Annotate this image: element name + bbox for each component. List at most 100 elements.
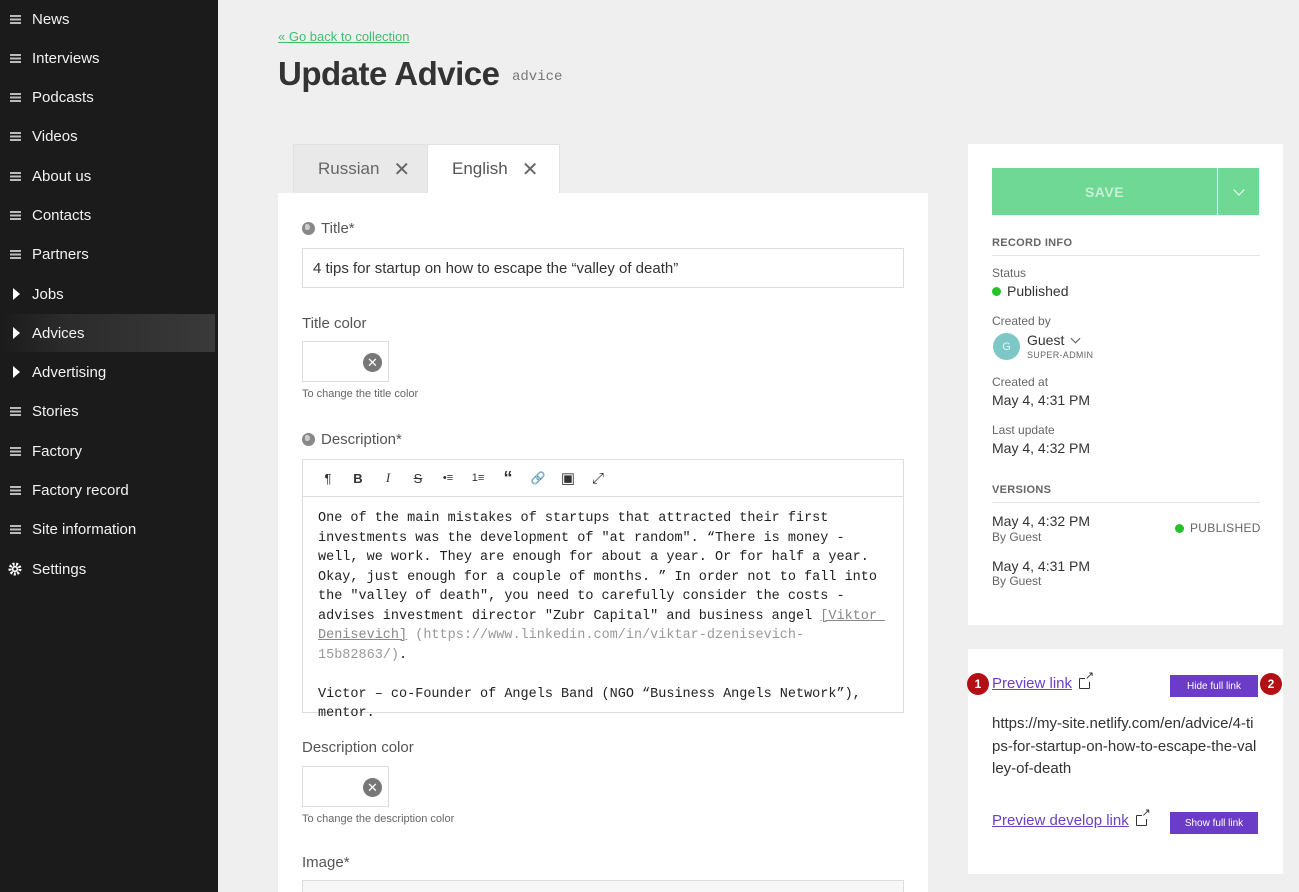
sidebar-item-about-us[interactable]: About us	[0, 157, 215, 195]
created-by-label: Created by	[992, 314, 1051, 328]
clear-icon[interactable]: ✕	[363, 353, 382, 372]
sidebar-item-videos[interactable]: Videos	[0, 117, 215, 155]
tab-label: English	[452, 159, 508, 178]
image-icon[interactable]: ▣	[553, 469, 583, 487]
quote-icon[interactable]: “	[493, 468, 523, 489]
numbered-list-icon[interactable]: 1≡	[463, 472, 493, 484]
strikethrough-icon[interactable]: S	[403, 471, 433, 486]
version-author: By Guest	[992, 574, 1042, 588]
sidebar-item-label: Partners	[32, 245, 89, 263]
sidebar-item-label: Videos	[32, 127, 78, 145]
sidebar-item-site-information[interactable]: Site information	[0, 510, 215, 548]
sidebar-item-label: Settings	[32, 560, 87, 578]
back-to-collection-link[interactable]: « Go back to collection	[278, 29, 410, 44]
sidebar-item-label: Interviews	[32, 49, 100, 67]
title-label-text: Title*	[321, 220, 355, 237]
sidebar-item-jobs[interactable]: Jobs	[0, 275, 215, 313]
editor-content[interactable]: One of the main mistakes of startups tha…	[303, 497, 903, 736]
paragraph-icon[interactable]: ¶	[313, 471, 343, 486]
status-dot-icon	[1175, 523, 1184, 533]
sidebar-item-label: Advertising	[32, 363, 107, 381]
sidebar-item-settings[interactable]: Settings	[0, 550, 215, 588]
title-label: Title*	[302, 220, 355, 237]
gear-icon	[8, 562, 22, 576]
hide-full-link-button[interactable]: Hide full link	[1170, 675, 1258, 697]
sidebar-item-factory-record[interactable]: Factory record	[0, 471, 215, 509]
menu-icon	[8, 247, 22, 261]
link-icon[interactable]: 🔗	[523, 471, 553, 485]
description-text: One of the main mistakes of startups tha…	[318, 511, 886, 624]
sidebar-item-podcasts[interactable]: Podcasts	[0, 78, 215, 116]
sidebar-item-label: Stories	[32, 402, 79, 420]
sidebar-item-stories[interactable]: Stories	[0, 392, 215, 430]
title-input[interactable]: 4 tips for startup on how to escape the …	[302, 248, 904, 288]
description-editor[interactable]: ¶ B I S •≡ 1≡ “ 🔗 ▣ ⤢ One of the main mi…	[302, 459, 904, 721]
italic-icon[interactable]: I	[373, 470, 403, 486]
description-label: Description*	[302, 431, 402, 448]
menu-icon	[8, 51, 22, 65]
clear-icon[interactable]: ✕	[363, 778, 382, 797]
version-status-badge: PUBLISHED	[1175, 521, 1261, 535]
menu-icon	[8, 12, 22, 26]
version-date[interactable]: May 4, 4:31 PM	[992, 558, 1090, 574]
menu-icon	[8, 208, 22, 222]
version-status-text: PUBLISHED	[1190, 521, 1261, 535]
menu-icon	[8, 90, 22, 104]
sidebar-item-advertising[interactable]: Advertising	[0, 353, 215, 391]
full-preview-url: https://my-site.netlify.com/en/advice/4-…	[992, 715, 1257, 777]
sidebar-item-label: About us	[32, 167, 92, 185]
save-options-button[interactable]	[1218, 168, 1259, 215]
description-color-hint: To change the description color	[302, 813, 455, 825]
tab-russian[interactable]: Russian ✕	[293, 144, 432, 193]
external-link-icon	[1079, 671, 1095, 689]
save-button[interactable]: SAVE	[992, 168, 1217, 215]
sidebar-item-label: Factory record	[32, 481, 129, 499]
tab-english[interactable]: English ✕	[427, 144, 560, 193]
last-update-label: Last update	[992, 423, 1055, 437]
globe-icon	[302, 433, 315, 446]
caret-right-icon	[8, 287, 22, 301]
sidebar-item-label: Contacts	[32, 206, 92, 224]
bullet-list-icon[interactable]: •≡	[433, 472, 463, 484]
menu-icon	[8, 444, 22, 458]
sidebar-item-label: Podcasts	[32, 88, 94, 106]
sidebar-item-label: News	[32, 10, 70, 28]
sidebar: News Interviews Podcasts Videos About us…	[0, 0, 218, 892]
preview-link[interactable]: Preview link	[992, 671, 1095, 692]
sidebar-item-news[interactable]: News	[0, 0, 215, 38]
callout-badge-2: 2	[1260, 673, 1282, 695]
sidebar-item-interviews[interactable]: Interviews	[0, 39, 215, 77]
external-link-icon	[1135, 808, 1151, 826]
chevron-down-icon	[1232, 183, 1245, 196]
title-color-picker[interactable]: ✕	[302, 341, 389, 382]
version-date[interactable]: May 4, 4:32 PM	[992, 513, 1090, 529]
model-api-key: advice	[512, 69, 563, 85]
caret-right-icon	[8, 326, 22, 340]
preview-develop-link[interactable]: Preview develop link	[992, 808, 1151, 829]
created-at-value: May 4, 4:31 PM	[992, 392, 1091, 408]
sidebar-item-factory[interactable]: Factory	[0, 432, 215, 470]
fullscreen-icon[interactable]: ⤢	[583, 470, 613, 487]
menu-icon	[8, 169, 22, 183]
menu-icon	[8, 522, 22, 536]
version-author: By Guest	[992, 530, 1042, 544]
tab-label: Russian	[318, 159, 380, 178]
created-at-label: Created at	[992, 375, 1049, 389]
close-icon[interactable]: ✕	[522, 157, 539, 182]
preview-link-text: Preview link	[992, 675, 1073, 692]
sidebar-item-partners[interactable]: Partners	[0, 235, 215, 273]
close-icon[interactable]: ✕	[393, 157, 410, 182]
menu-icon	[8, 483, 22, 497]
creator-name[interactable]: Guest	[1027, 332, 1081, 348]
creator-role: SUPER-ADMIN	[1027, 350, 1094, 360]
image-upload-field[interactable]	[302, 880, 904, 892]
versions-heading: VERSIONS	[992, 484, 1260, 503]
bold-icon[interactable]: B	[343, 471, 373, 486]
avatar: G	[993, 333, 1020, 360]
description-color-picker[interactable]: ✕	[302, 766, 389, 807]
show-full-link-button[interactable]: Show full link	[1170, 812, 1258, 834]
record-info-heading: RECORD INFO	[992, 237, 1260, 256]
image-label: Image*	[302, 854, 350, 871]
sidebar-item-advices[interactable]: Advices	[0, 314, 215, 352]
sidebar-item-contacts[interactable]: Contacts	[0, 196, 215, 234]
